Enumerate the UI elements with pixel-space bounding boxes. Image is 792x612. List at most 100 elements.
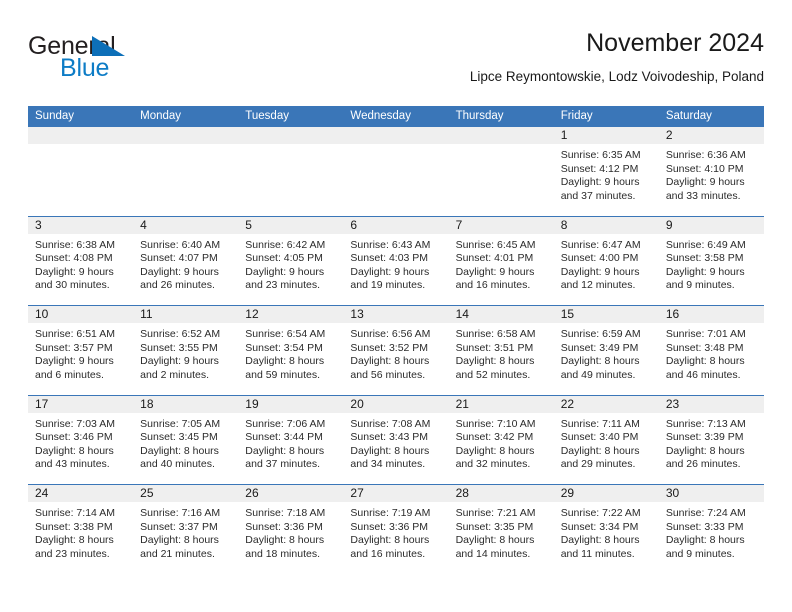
- day-details: Sunrise: 6:47 AM Sunset: 4:00 PM Daylight:…: [554, 234, 659, 293]
- calendar-day-cell[interactable]: 12 Sunrise: 6:54 AM Sunset: 3:54 PM Dayligh…: [238, 306, 344, 395]
- calendar-day-cell[interactable]: 30 Sunrise: 7:24 AM Sunset: 3:33 PM Dayligh…: [658, 485, 764, 574]
- day-details: Sunrise: 6:38 AM Sunset: 4:08 PM Daylight:…: [28, 234, 133, 293]
- day-number-band: [133, 127, 239, 144]
- day-number-band: [343, 127, 449, 144]
- day-detail-line: Sunrise: 6:35 AM: [560, 149, 641, 161]
- day-detail-line: and 33 minutes.: [665, 189, 741, 202]
- day-detail-line: and 23 minutes.: [35, 547, 110, 560]
- calendar-day-cell[interactable]: 7 Sunrise: 6:45 AM Sunset: 4:01 PM Daylight…: [448, 216, 554, 306]
- day-detail-line: Sunset: 3:58 PM: [665, 252, 744, 265]
- day-detail-line: and 56 minutes.: [350, 368, 426, 381]
- day-details: [343, 144, 448, 149]
- calendar-day-cell[interactable]: 4 Sunrise: 6:40 AM Sunset: 4:07 PM Daylight…: [133, 216, 239, 306]
- day-number: 13: [350, 307, 364, 321]
- day-number-band: 17: [28, 395, 134, 413]
- day-details: Sunrise: 7:10 AM Sunset: 3:42 PM Daylight:…: [449, 413, 554, 472]
- calendar-week-row: 10 Sunrise: 6:51 AM Sunset: 3:57 PM Dayligh…: [28, 305, 764, 395]
- calendar-day-cell-empty: [28, 127, 134, 216]
- calendar-day-cell[interactable]: 18 Sunrise: 7:05 AM Sunset: 3:45 PM Dayligh…: [133, 395, 239, 485]
- day-details: Sunrise: 6:58 AM Sunset: 3:51 PM Daylight:…: [449, 323, 554, 382]
- day-detail-line: Daylight: 8 hours: [665, 444, 745, 457]
- day-details: Sunrise: 7:11 AM Sunset: 3:40 PM Daylight:…: [554, 413, 659, 472]
- calendar-day-cell[interactable]: 10 Sunrise: 6:51 AM Sunset: 3:57 PM Dayligh…: [28, 306, 134, 395]
- day-detail-line: and 16 minutes.: [350, 547, 426, 560]
- calendar-day-cell[interactable]: 3 Sunrise: 6:38 AM Sunset: 4:08 PM Daylight…: [28, 216, 134, 306]
- calendar-day-cell[interactable]: 22 Sunrise: 7:11 AM Sunset: 3:40 PM Dayligh…: [553, 395, 659, 485]
- day-number-band: 16: [658, 306, 764, 323]
- day-detail-line: Daylight: 9 hours: [350, 265, 430, 278]
- calendar-day-cell[interactable]: 19 Sunrise: 7:06 AM Sunset: 3:44 PM Dayligh…: [238, 395, 344, 485]
- day-detail-line: Sunrise: 6:54 AM: [245, 328, 326, 340]
- generalblue-logo[interactable]: General Blue: [28, 32, 228, 94]
- day-details: [238, 144, 343, 149]
- day-detail-line: Sunset: 3:35 PM: [455, 520, 534, 533]
- calendar-day-cell[interactable]: 21 Sunrise: 7:10 AM Sunset: 3:42 PM Dayligh…: [448, 395, 554, 485]
- day-detail-line: and 30 minutes.: [35, 279, 110, 292]
- day-detail-line: Sunrise: 7:05 AM: [140, 417, 221, 430]
- calendar-day-cell[interactable]: 14 Sunrise: 6:58 AM Sunset: 3:51 PM Dayligh…: [448, 306, 554, 395]
- day-detail-line: Daylight: 8 hours: [560, 444, 640, 457]
- day-detail-line: Sunrise: 7:01 AM: [665, 328, 746, 340]
- calendar-day-cell[interactable]: 1 Sunrise: 6:35 AM Sunset: 4:12 PM Daylight…: [553, 127, 659, 216]
- day-number-band: 20: [343, 395, 449, 413]
- calendar-day-cell[interactable]: 9 Sunrise: 6:49 AM Sunset: 3:58 PM Daylight…: [658, 216, 764, 306]
- day-number-band: [238, 127, 344, 144]
- calendar-day-cell[interactable]: 28 Sunrise: 7:21 AM Sunset: 3:35 PM Dayligh…: [448, 485, 554, 574]
- day-detail-line: Daylight: 8 hours: [140, 444, 219, 457]
- day-detail-line: and 43 minutes.: [35, 458, 110, 471]
- day-detail-line: and 21 minutes.: [140, 547, 215, 560]
- day-details: Sunrise: 6:43 AM Sunset: 4:03 PM Daylight:…: [343, 234, 448, 293]
- calendar-day-cell[interactable]: 16 Sunrise: 7:01 AM Sunset: 3:48 PM Dayligh…: [658, 306, 764, 395]
- day-detail-line: Daylight: 8 hours: [140, 534, 219, 547]
- calendar-day-cell[interactable]: 2 Sunrise: 6:36 AM Sunset: 4:10 PM Daylight…: [658, 127, 764, 216]
- calendar-day-cell[interactable]: 17 Sunrise: 7:03 AM Sunset: 3:46 PM Dayligh…: [28, 395, 134, 485]
- day-detail-line: Sunset: 3:42 PM: [455, 431, 534, 444]
- page-title: November 2024: [586, 29, 764, 57]
- day-number: 8: [560, 217, 568, 232]
- calendar-week-row: 24 Sunrise: 7:14 AM Sunset: 3:38 PM Dayligh…: [28, 484, 764, 574]
- weekday-header-sunday: Sunday: [35, 110, 75, 122]
- day-detail-line: and 37 minutes.: [245, 458, 320, 471]
- day-details: Sunrise: 6:45 AM Sunset: 4:01 PM Daylight:…: [449, 234, 554, 293]
- calendar-day-cell[interactable]: 15 Sunrise: 6:59 AM Sunset: 3:49 PM Dayligh…: [553, 306, 659, 395]
- calendar-day-cell[interactable]: 6 Sunrise: 6:43 AM Sunset: 4:03 PM Daylight…: [343, 216, 449, 306]
- calendar-day-cell[interactable]: 11 Sunrise: 6:52 AM Sunset: 3:55 PM Dayligh…: [133, 306, 239, 395]
- day-number: 9: [665, 217, 673, 232]
- day-detail-line: Daylight: 9 hours: [140, 355, 219, 368]
- calendar-day-cell[interactable]: 13 Sunrise: 6:56 AM Sunset: 3:52 PM Dayligh…: [343, 306, 449, 395]
- day-detail-line: Daylight: 9 hours: [665, 265, 745, 278]
- calendar-day-cell-empty: [238, 127, 344, 216]
- calendar-page: General Blue November 2024 Lipce Reymont…: [0, 0, 792, 612]
- day-details: Sunrise: 6:52 AM Sunset: 3:55 PM Daylight:…: [133, 323, 238, 382]
- weekday-header-row: Sunday Monday Tuesday Wednesday Thursday Frid…: [28, 106, 764, 127]
- day-detail-line: Daylight: 9 hours: [455, 265, 535, 278]
- calendar-day-cell[interactable]: 24 Sunrise: 7:14 AM Sunset: 3:38 PM Dayligh…: [28, 485, 134, 574]
- calendar-day-cell[interactable]: 5 Sunrise: 6:42 AM Sunset: 4:05 PM Daylight…: [238, 216, 344, 306]
- weekday-header-wednesday: Wednesday: [350, 110, 411, 122]
- day-detail-line: Daylight: 8 hours: [665, 534, 745, 547]
- day-number: 1: [560, 128, 568, 142]
- day-number-band: 1: [553, 127, 659, 144]
- day-detail-line: and 59 minutes.: [245, 368, 320, 381]
- calendar-day-cell[interactable]: 23 Sunrise: 7:13 AM Sunset: 3:39 PM Dayligh…: [658, 395, 764, 485]
- calendar-day-cell[interactable]: 29 Sunrise: 7:22 AM Sunset: 3:34 PM Dayligh…: [553, 485, 659, 574]
- calendar-day-cell[interactable]: 27 Sunrise: 7:19 AM Sunset: 3:36 PM Dayligh…: [343, 485, 449, 574]
- day-details: Sunrise: 7:16 AM Sunset: 3:37 PM Daylight:…: [133, 502, 238, 561]
- day-detail-line: Sunrise: 7:06 AM: [245, 417, 326, 430]
- day-number-band: 11: [133, 306, 239, 323]
- day-detail-line: Daylight: 9 hours: [140, 265, 219, 278]
- day-number-band: 26: [238, 485, 344, 502]
- calendar-week-row: 17 Sunrise: 7:03 AM Sunset: 3:46 PM Dayligh…: [28, 394, 764, 485]
- day-number: 10: [35, 307, 49, 321]
- calendar-day-cell[interactable]: 8 Sunrise: 6:47 AM Sunset: 4:00 PM Daylight…: [553, 216, 659, 306]
- day-detail-line: and 11 minutes.: [560, 547, 635, 560]
- day-details: Sunrise: 6:56 AM Sunset: 3:52 PM Daylight:…: [343, 323, 448, 382]
- calendar-day-cell[interactable]: 26 Sunrise: 7:18 AM Sunset: 3:36 PM Dayligh…: [238, 485, 344, 574]
- calendar-day-cell[interactable]: 20 Sunrise: 7:08 AM Sunset: 3:43 PM Dayligh…: [343, 395, 449, 485]
- day-detail-line: Sunrise: 6:59 AM: [560, 328, 641, 340]
- day-detail-line: Daylight: 8 hours: [350, 355, 430, 368]
- calendar-day-cell-empty: [343, 127, 449, 216]
- day-detail-line: Daylight: 8 hours: [245, 355, 325, 368]
- day-number-band: 27: [343, 485, 449, 502]
- calendar-day-cell[interactable]: 25 Sunrise: 7:16 AM Sunset: 3:37 PM Dayligh…: [133, 485, 239, 574]
